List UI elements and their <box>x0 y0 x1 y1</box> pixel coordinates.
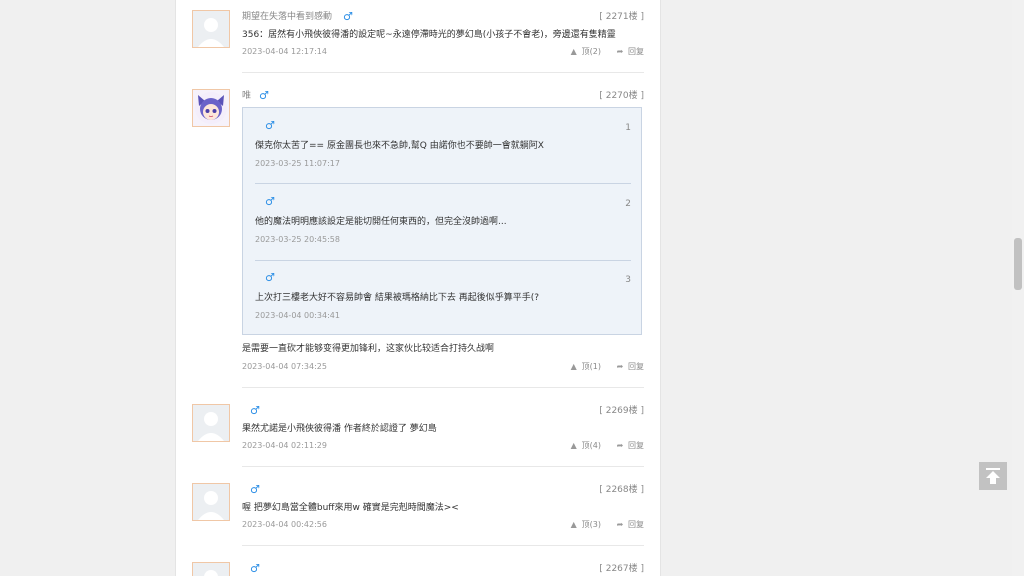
user-silhouette-icon <box>204 570 218 576</box>
quote-number: 3 <box>625 275 631 285</box>
quote-text: 傑克你太苦了== 原金團長也來不急帥,幫Q 由諾你也不要帥一會就躺阿X <box>255 141 544 151</box>
reply-label: 回复 <box>628 362 644 371</box>
male-symbol-icon: ♂ <box>250 483 260 496</box>
quote-text: 他的魔法明明應該設定是能切開任何東西的，但完全沒帥過啊... <box>255 217 507 227</box>
thumbs-up-icon: ▲ <box>570 362 577 371</box>
username[interactable]: 唯 <box>242 89 251 103</box>
default-avatar[interactable] <box>192 562 230 576</box>
reply-label: 回复 <box>628 441 644 450</box>
male-symbol-icon: ♂ <box>343 10 353 23</box>
comment-time: 2023-04-04 00:42:56 <box>242 520 327 529</box>
post-divider <box>242 545 644 546</box>
comment-panel: 期望在失落中看到感動 ♂ [ 2271楼 ] 356：居然有小飛俠彼得潘的設定呢… <box>175 0 661 576</box>
reply-arrow-icon: ➦ <box>616 520 624 529</box>
comment-body: 是需要一直砍才能够变得更加锋利，这家伙比较适合打持久战啊 2023-04-04 … <box>242 342 644 378</box>
quote-time: 2023-03-25 11:07:17 <box>255 159 340 168</box>
quote-time: 2023-04-04 00:34:41 <box>255 311 340 320</box>
male-symbol-icon: ♂ <box>265 119 275 132</box>
like-count: 顶(3) <box>581 520 601 529</box>
like-count: 顶(4) <box>581 441 601 450</box>
back-to-top-icon <box>986 468 1000 484</box>
floor-number: [ 2267楼 ] <box>599 564 644 574</box>
post-divider <box>242 387 644 388</box>
comment-text: 356：居然有小飛俠彼得潘的設定呢~永遠停滯時光的夢幻島(小孩子不會老)，旁邊還… <box>242 30 616 40</box>
user-silhouette-icon <box>198 412 224 441</box>
floor-number: [ 2269楼 ] <box>599 406 644 416</box>
comment-time: 2023-04-04 02:11:29 <box>242 441 327 450</box>
scrollbar-thumb[interactable] <box>1014 238 1022 290</box>
reply-arrow-icon: ➦ <box>616 47 624 56</box>
male-symbol-icon: ♂ <box>265 195 275 208</box>
comment-text: 是需要一直砍才能够变得更加锋利，这家伙比较适合打持久战啊 <box>242 344 495 354</box>
user-silhouette-icon <box>198 18 224 47</box>
post-divider <box>242 466 644 467</box>
comment-text: 喔 把夢幻島當全體buff來用w 確實是完剋時間魔法>< <box>242 503 459 513</box>
reply-arrow-icon: ➦ <box>616 441 624 450</box>
comment-text: 果然尤諾是小飛俠彼得潘 作者終於認證了 夢幻島 <box>242 424 437 434</box>
comment-time: 2023-04-04 07:34:25 <box>242 362 327 371</box>
comment-post: ♂ [ 2267楼 ] <box>192 562 644 576</box>
username[interactable]: 期望在失落中看到感動 <box>242 10 332 24</box>
comment-post: 期望在失落中看到感動 ♂ [ 2271楼 ] 356：居然有小飛俠彼得潘的設定呢… <box>192 10 644 70</box>
thumbs-up-icon: ▲ <box>570 47 577 56</box>
quote-time: 2023-03-25 20:45:58 <box>255 235 340 244</box>
quoted-reply: ♂ 1 傑克你太苦了== 原金團長也來不急帥,幫Q 由諾你也不要帥一會就躺阿X … <box>255 108 631 180</box>
back-to-top-button[interactable] <box>979 462 1007 490</box>
male-symbol-icon: ♂ <box>265 271 275 284</box>
reply-label: 回复 <box>628 520 644 529</box>
like-count: 顶(1) <box>581 362 601 371</box>
like-button[interactable]: ▲ 顶(3) <box>569 519 601 531</box>
reply-arrow-icon: ➦ <box>616 362 624 371</box>
default-avatar[interactable] <box>192 10 230 48</box>
male-symbol-icon: ♂ <box>250 562 260 575</box>
like-button[interactable]: ▲ 顶(2) <box>569 46 601 58</box>
quoted-reply: ♂ 3 上次打三樓老大好不容易帥會 結果被瑪格納比下去 再起後似乎算平手(? 2… <box>255 260 631 332</box>
comment-post: ♂ [ 2268楼 ] 喔 把夢幻島當全體buff來用w 確實是完剋時間魔法><… <box>192 483 644 543</box>
floor-number: [ 2268楼 ] <box>599 485 644 495</box>
like-button[interactable]: ▲ 顶(1) <box>569 361 601 373</box>
quoted-reply: ♂ 2 他的魔法明明應該設定是能切開任何東西的，但完全沒帥過啊... 2023-… <box>255 184 631 256</box>
reply-label: 回复 <box>628 47 644 56</box>
reply-button[interactable]: ➦ 回复 <box>615 46 644 58</box>
post-divider <box>242 72 644 73</box>
quote-number: 2 <box>625 199 631 209</box>
comment-time: 2023-04-04 12:17:14 <box>242 47 327 56</box>
user-avatar-anime[interactable] <box>192 89 230 127</box>
reply-button[interactable]: ➦ 回复 <box>615 361 644 373</box>
thumbs-up-icon: ▲ <box>570 520 577 529</box>
quote-number: 1 <box>625 123 631 133</box>
thumbs-up-icon: ▲ <box>570 441 577 450</box>
male-symbol-icon: ♂ <box>259 89 269 102</box>
floor-number: [ 2271楼 ] <box>599 12 644 22</box>
male-symbol-icon: ♂ <box>250 404 260 417</box>
quoted-replies-box: ♂ 1 傑克你太苦了== 原金團長也來不急帥,幫Q 由諾你也不要帥一會就躺阿X … <box>242 107 642 335</box>
page-scrollbar[interactable] <box>1012 0 1024 576</box>
comment-post: ♂ [ 2269楼 ] 果然尤諾是小飛俠彼得潘 作者終於認證了 夢幻島 2023… <box>192 404 644 464</box>
reply-button[interactable]: ➦ 回复 <box>615 519 644 531</box>
quote-text: 上次打三樓老大好不容易帥會 結果被瑪格納比下去 再起後似乎算平手(? <box>255 293 540 303</box>
reply-button[interactable]: ➦ 回复 <box>615 440 644 452</box>
like-count: 顶(2) <box>581 47 601 56</box>
anime-girl-avatar-icon <box>195 92 227 124</box>
default-avatar[interactable] <box>192 404 230 442</box>
floor-number: [ 2270楼 ] <box>599 91 644 101</box>
default-avatar[interactable] <box>192 483 230 521</box>
user-silhouette-icon <box>198 491 224 520</box>
like-button[interactable]: ▲ 顶(4) <box>569 440 601 452</box>
